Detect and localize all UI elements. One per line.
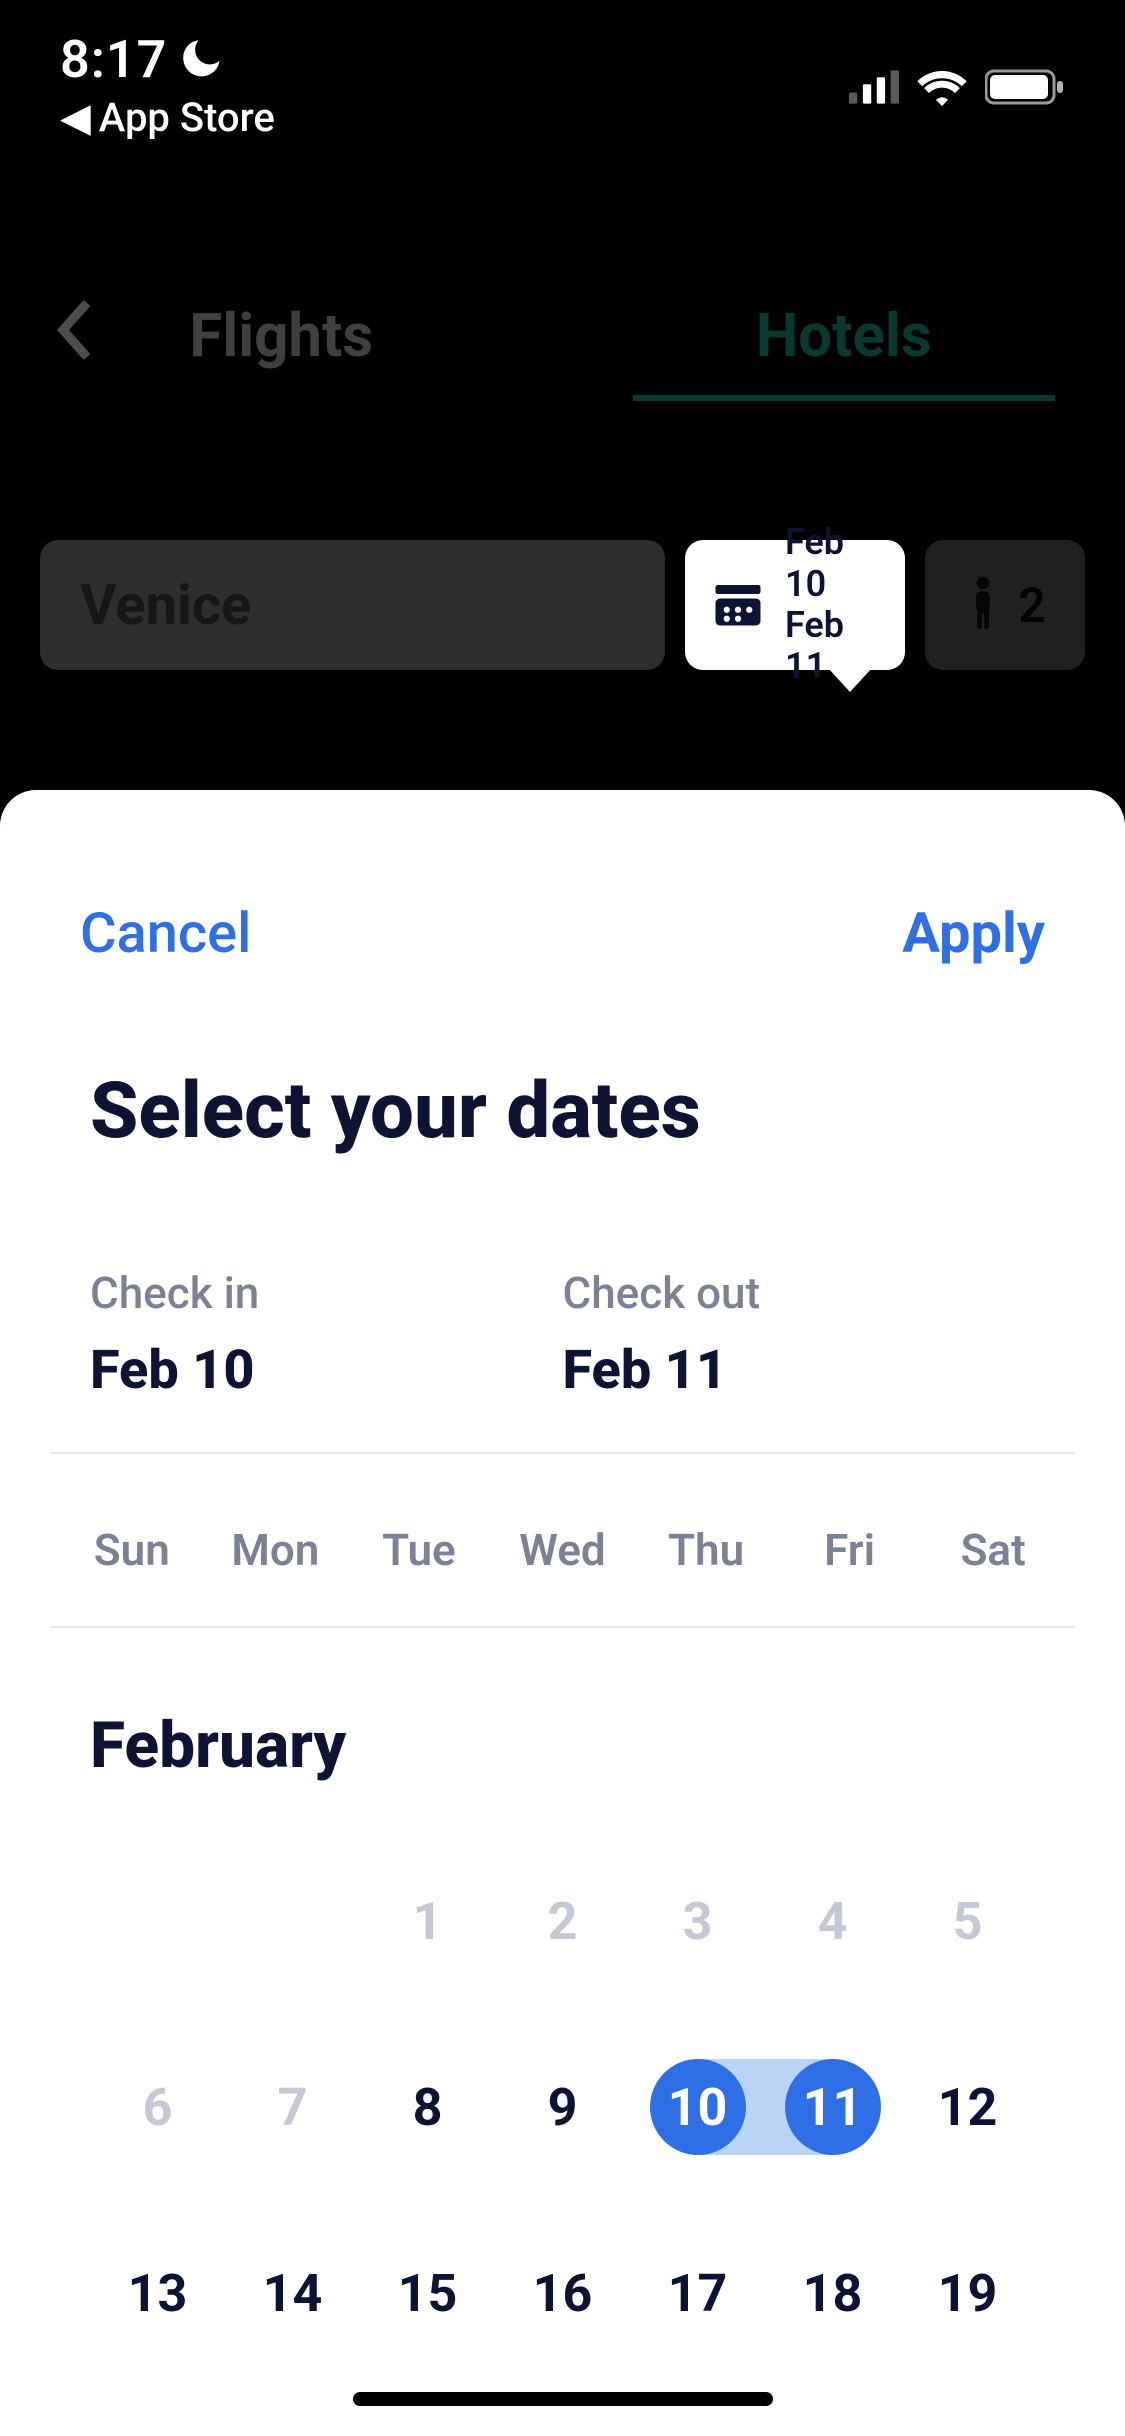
destination-input[interactable]: Venice: [40, 540, 665, 670]
calendar-day[interactable]: 20: [90, 2431, 225, 2436]
calendar-day[interactable]: 9: [495, 2059, 630, 2155]
month-name: February: [90, 1708, 1065, 1783]
calendar-day[interactable]: 21: [225, 2431, 360, 2436]
calendar-day: 3: [630, 1873, 765, 1969]
date-chip-checkin: Feb 10: [785, 522, 879, 605]
date-picker-sheet: Cancel Apply Select your dates Check in …: [0, 790, 1125, 2436]
calendar-day[interactable]: 26: [900, 2431, 1035, 2436]
guests-chip[interactable]: 2: [925, 540, 1085, 670]
cellular-signal-icon: [849, 68, 899, 110]
destination-value: Venice: [80, 572, 251, 638]
search-row: Venice Feb 10 Feb 11 2: [40, 540, 1085, 670]
return-label: App Store: [99, 94, 275, 141]
calendar-day: 2: [495, 1873, 630, 1969]
calendar-day: 7: [225, 2059, 360, 2155]
dow-cell: Sun: [60, 1524, 204, 1576]
checkout-value: Feb 11: [563, 1339, 1036, 1402]
dow-cell: Tue: [347, 1524, 491, 1576]
day-of-week-header: SunMonTueWedThuFriSat: [0, 1454, 1125, 1626]
date-chip-checkout: Feb 11: [785, 605, 879, 688]
status-bar: 8:17 ◀ App Store: [0, 0, 1125, 140]
return-to-app-store[interactable]: ◀ App Store: [60, 94, 275, 141]
category-tabs: Flights Hotels: [0, 260, 1125, 411]
calendar-day: 6: [90, 2059, 225, 2155]
calendar-day[interactable]: 13: [90, 2245, 225, 2341]
cancel-button[interactable]: Cancel: [80, 900, 251, 966]
home-indicator[interactable]: [353, 2392, 773, 2406]
sheet-title: Select your dates: [0, 966, 1125, 1157]
apply-button[interactable]: Apply: [902, 900, 1045, 966]
battery-icon: [985, 67, 1065, 111]
calendar-icon: [711, 576, 765, 634]
calendar-day[interactable]: 25: [765, 2431, 900, 2436]
calendar-day: 4: [765, 1873, 900, 1969]
calendar-day[interactable]: 12: [900, 2059, 1035, 2155]
dow-cell: Sat: [921, 1524, 1065, 1576]
checkin-label: Check in: [90, 1267, 563, 1319]
calendar-day[interactable]: 8: [360, 2059, 495, 2155]
dow-cell: Wed: [491, 1524, 635, 1576]
tab-hotels[interactable]: Hotels: [563, 260, 1125, 411]
calendar-day[interactable]: 15: [360, 2245, 495, 2341]
checkout-label: Check out: [563, 1267, 1036, 1319]
dow-cell: Mon: [204, 1524, 348, 1576]
person-icon: [964, 575, 1002, 635]
checkin-value: Feb 10: [90, 1339, 563, 1402]
calendar-day[interactable]: 17: [630, 2245, 765, 2341]
back-caret-icon: ◀: [60, 98, 91, 138]
calendar-day[interactable]: 19: [900, 2245, 1035, 2341]
do-not-disturb-icon: [179, 36, 223, 84]
wifi-icon: [917, 68, 967, 110]
calendar-day[interactable]: 24: [630, 2431, 765, 2436]
dow-cell: Fri: [778, 1524, 922, 1576]
calendar-day[interactable]: 16: [495, 2245, 630, 2341]
calendar-day[interactable]: 10: [630, 2059, 765, 2155]
calendar-day: 5: [900, 1873, 1035, 1969]
calendar-day[interactable]: 11: [765, 2059, 900, 2155]
calendar-day[interactable]: 22: [360, 2431, 495, 2436]
calendar-day: 1: [360, 1873, 495, 1969]
calendar-day[interactable]: 23: [495, 2431, 630, 2436]
calendar-day[interactable]: 18: [765, 2245, 900, 2341]
calendar-day[interactable]: 14: [225, 2245, 360, 2341]
guests-count: 2: [1018, 577, 1045, 634]
dates-chip[interactable]: Feb 10 Feb 11: [685, 540, 905, 670]
tab-flights[interactable]: Flights: [0, 260, 563, 411]
status-time: 8:17: [60, 29, 167, 90]
dow-cell: Thu: [634, 1524, 778, 1576]
